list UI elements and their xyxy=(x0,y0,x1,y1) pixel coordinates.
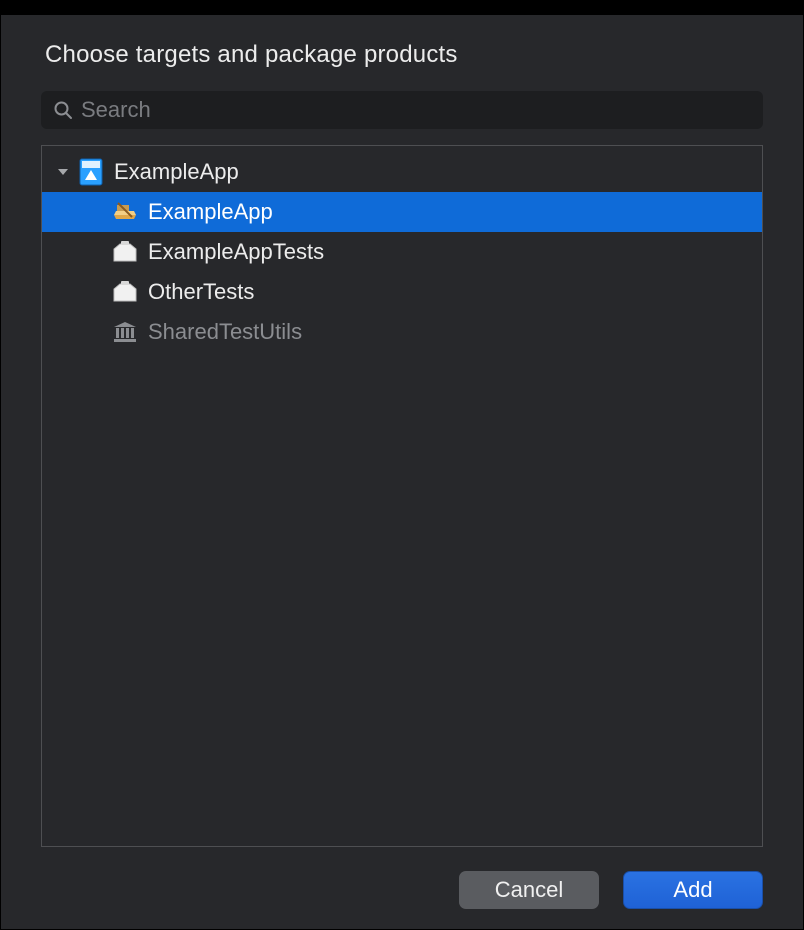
add-button[interactable]: Add xyxy=(623,871,763,909)
xcode-project-icon xyxy=(76,158,106,186)
test-bundle-icon xyxy=(110,241,140,263)
search-field[interactable] xyxy=(41,91,763,129)
target-name: SharedTestUtils xyxy=(148,319,302,345)
target-name: ExampleAppTests xyxy=(148,239,324,265)
library-icon xyxy=(110,321,140,343)
targets-tree[interactable]: ExampleApp ExampleApp ExampleAppTests Ot… xyxy=(41,145,763,847)
cancel-button[interactable]: Cancel xyxy=(459,871,599,909)
search-input[interactable] xyxy=(81,97,751,123)
target-row[interactable]: ExampleAppTests xyxy=(42,232,762,272)
disclosure-triangle-icon[interactable] xyxy=(54,166,72,178)
target-name: OtherTests xyxy=(148,279,254,305)
target-row[interactable]: SharedTestUtils xyxy=(42,312,762,352)
target-name: ExampleApp xyxy=(148,199,273,225)
target-chooser-dialog: Choose targets and package products Exam… xyxy=(0,14,804,930)
target-row[interactable]: OtherTests xyxy=(42,272,762,312)
app-target-icon xyxy=(110,201,140,223)
target-row[interactable]: ExampleApp xyxy=(42,192,762,232)
window-titlebar xyxy=(0,0,804,14)
search-icon xyxy=(53,100,73,120)
project-row[interactable]: ExampleApp xyxy=(42,152,762,192)
test-bundle-icon xyxy=(110,281,140,303)
dialog-button-bar: Cancel Add xyxy=(41,847,763,909)
project-name: ExampleApp xyxy=(114,159,239,185)
dialog-title: Choose targets and package products xyxy=(41,15,763,91)
